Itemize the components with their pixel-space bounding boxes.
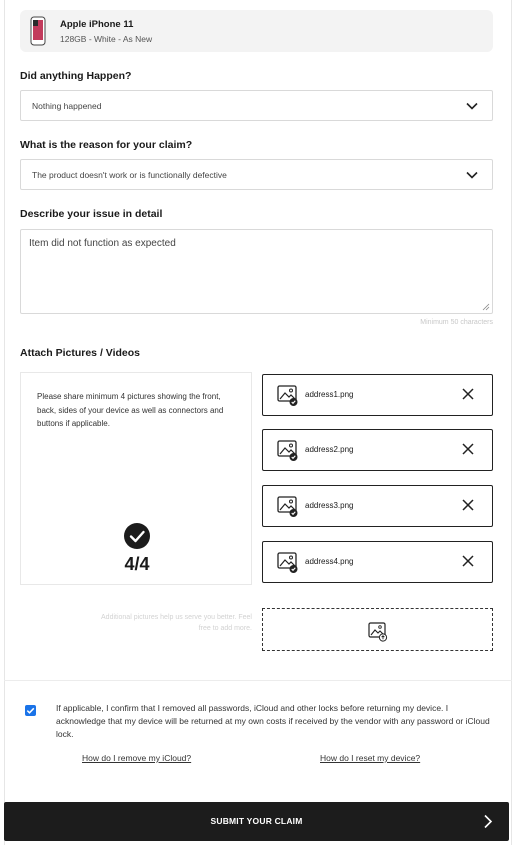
upload-dropzone[interactable] [262, 608, 493, 651]
check-circle-icon [124, 523, 150, 549]
close-icon[interactable] [462, 443, 474, 455]
attachments-label: Attach Pictures / Videos [20, 347, 141, 359]
file-name: address4.png [305, 557, 354, 566]
resize-grip-icon[interactable] [482, 303, 490, 311]
description-label: Describe your issue in detail [20, 208, 163, 220]
incident-value: Nothing happened [32, 101, 102, 111]
submit-label: SUBMIT YOUR CLAIM [210, 816, 303, 826]
file-name: address2.png [305, 445, 354, 454]
additional-pictures-hint: Additional pictures help us serve you be… [101, 614, 252, 632]
image-file-icon [277, 385, 298, 406]
product-details: 128GB - White - As New [60, 34, 153, 44]
image-file-icon [277, 496, 298, 517]
attached-file: address3.png [262, 485, 493, 527]
attached-file: address2.png [262, 429, 493, 471]
attachment-instructions: Please share minimum 4 pictures showing … [37, 392, 224, 428]
product-name: Apple iPhone 11 [60, 19, 134, 30]
chevron-down-icon [466, 171, 478, 179]
consent-text: If applicable, I confirm that I removed … [56, 703, 490, 739]
file-name: address1.png [305, 390, 354, 399]
product-card: Apple iPhone 11 128GB - White - As New [20, 10, 493, 52]
section-divider [4, 680, 512, 681]
reset-help-link[interactable]: How do I reset my device? [320, 753, 420, 763]
incident-select[interactable]: Nothing happened [20, 90, 493, 121]
description-value: Item did not function as expected [29, 238, 176, 249]
icloud-help-link[interactable]: How do I remove my iCloud? [82, 753, 191, 763]
close-icon[interactable] [462, 555, 474, 567]
attachment-count: 4/4 [124, 554, 150, 574]
consent-checkbox[interactable] [25, 705, 36, 716]
file-name: address3.png [305, 501, 354, 510]
image-upload-icon [368, 622, 388, 642]
checkmark-icon [26, 707, 35, 714]
attached-file: address4.png [262, 541, 493, 583]
phone-icon [30, 16, 46, 46]
reason-label: What is the reason for your claim? [20, 139, 193, 151]
incident-label: Did anything Happen? [20, 70, 132, 82]
chevron-right-icon [484, 814, 493, 829]
description-hint: Minimum 50 characters [420, 319, 493, 326]
image-file-icon [277, 440, 298, 461]
reason-value: The product doesn't work or is functiona… [32, 170, 227, 180]
close-icon[interactable] [462, 499, 474, 511]
reason-select[interactable]: The product doesn't work or is functiona… [20, 159, 493, 190]
attachment-instructions-panel: Please share minimum 4 pictures showing … [20, 372, 252, 585]
image-file-icon [277, 552, 298, 573]
description-textarea[interactable]: Item did not function as expected [20, 229, 493, 314]
attached-file: address1.png [262, 374, 493, 416]
chevron-down-icon [466, 102, 478, 110]
submit-claim-button[interactable]: SUBMIT YOUR CLAIM [4, 802, 509, 841]
close-icon[interactable] [462, 388, 474, 400]
